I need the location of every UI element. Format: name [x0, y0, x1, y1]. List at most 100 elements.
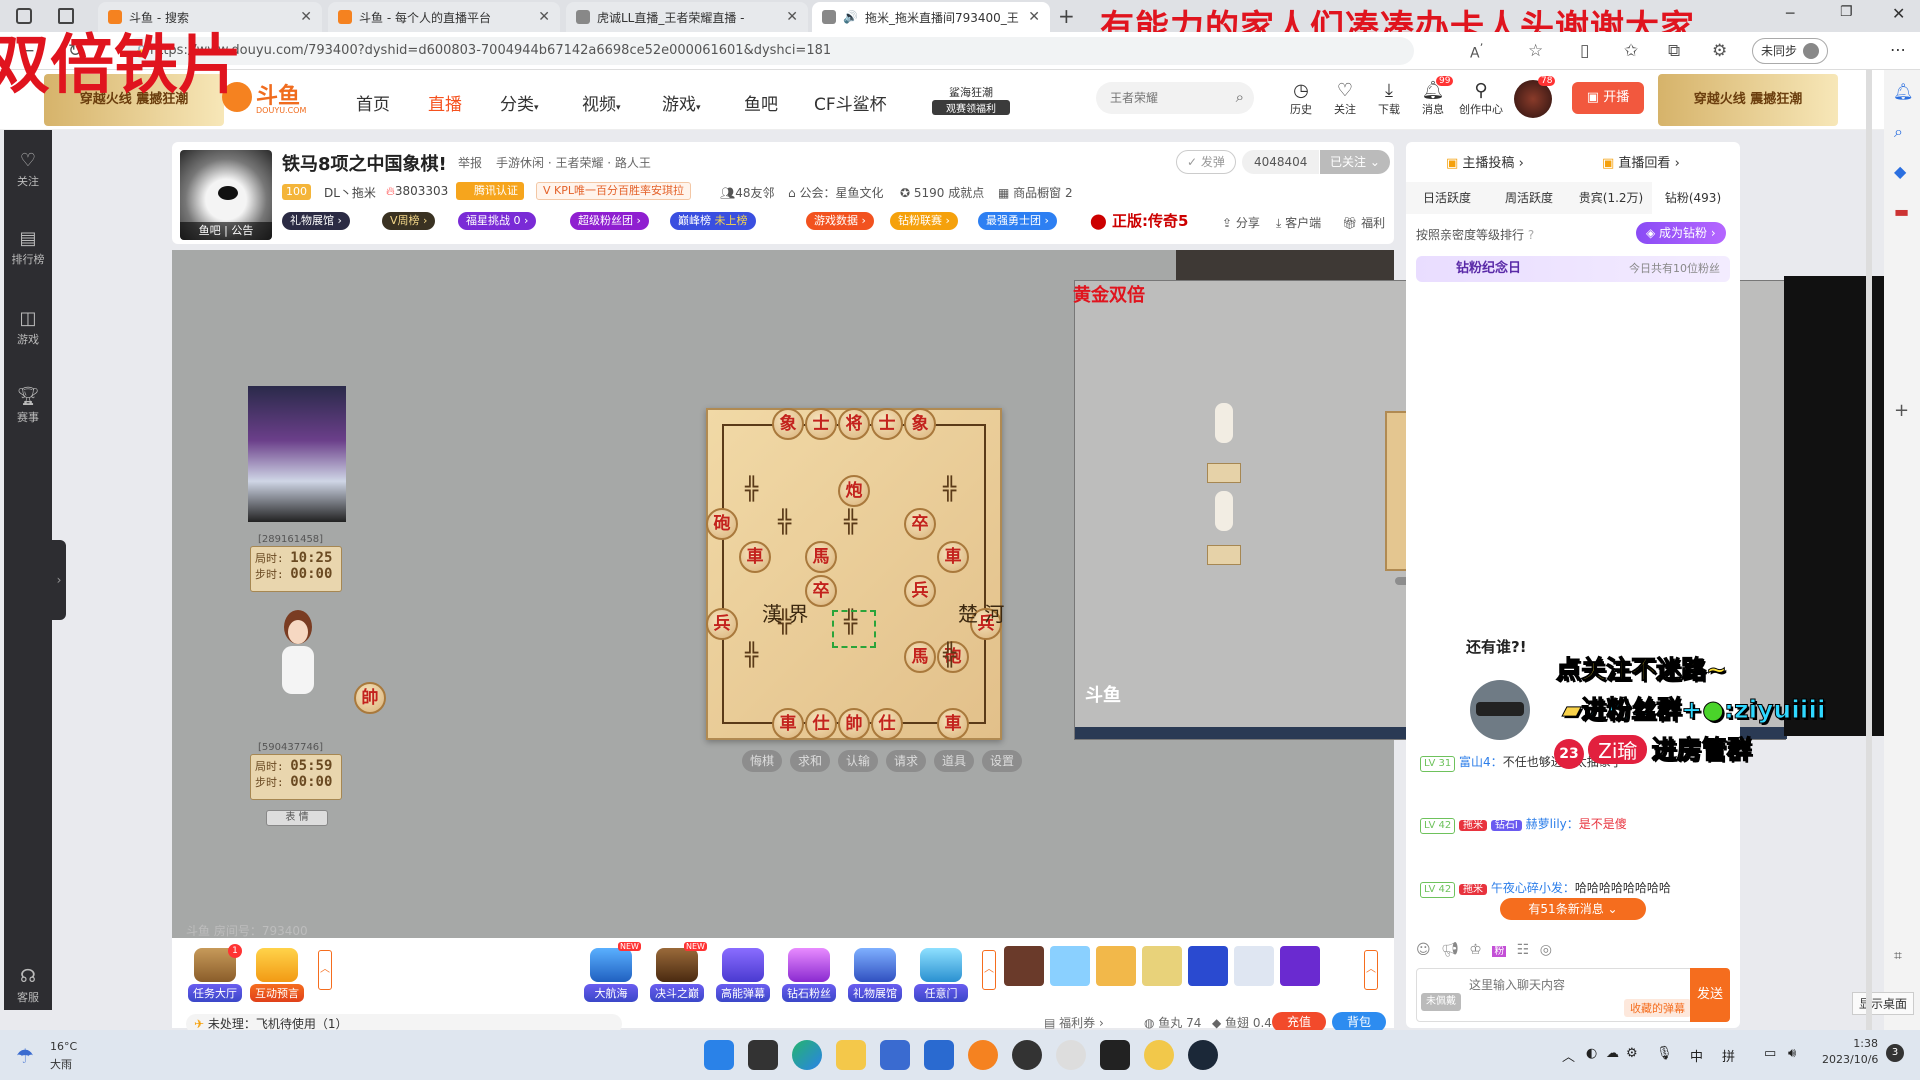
streamer-posts-link[interactable]: ▣ 主播投稿 › — [1446, 152, 1524, 171]
achievement-points[interactable]: ✪ 5190 成就点 — [900, 184, 984, 201]
unlogged-badge[interactable]: 未佩戴 — [1421, 993, 1461, 1011]
badge-icon[interactable]: ♔ — [1469, 942, 1482, 958]
tab-weekly-active[interactable]: 周活跃度 — [1488, 182, 1570, 214]
close-icon[interactable]: ✕ — [538, 9, 550, 25]
tray-chevron-icon[interactable]: ︿ — [1562, 1046, 1575, 1065]
gift-item-7[interactable] — [1280, 946, 1320, 986]
game-icon[interactable] — [1144, 1040, 1174, 1070]
gift-item-5[interactable] — [1188, 946, 1228, 986]
search-input[interactable] — [1096, 82, 1216, 114]
weather-widget[interactable]: ☂ 16°C 大雨 — [16, 1040, 96, 1072]
ime-mode[interactable]: 中 — [1690, 1046, 1703, 1065]
fan-count[interactable]: 👥︎48友邻 — [720, 184, 775, 201]
mail-icon[interactable] — [924, 1040, 954, 1070]
tab-diamond-fans[interactable]: 钻粉(493) — [1652, 182, 1734, 214]
piece-shi[interactable]: 士 — [805, 408, 837, 440]
header-follow[interactable]: ♡ 关注 — [1330, 80, 1360, 117]
chat-input[interactable] — [1469, 975, 1639, 995]
start-icon[interactable] — [704, 1040, 734, 1070]
collections-icon[interactable]: ⧉ — [1668, 41, 1680, 61]
add-icon[interactable]: + — [1894, 400, 1909, 421]
nav-live[interactable]: 直播 — [428, 90, 462, 115]
gift-item-4[interactable] — [1142, 946, 1182, 986]
maximize-icon[interactable]: ❐ — [1840, 4, 1853, 20]
guild-info[interactable]: ⌂ 公会：星鱼文化 — [788, 184, 883, 201]
piece-pao[interactable]: 砲 — [706, 507, 738, 540]
replay-link[interactable]: ▣ 直播回看 › — [1602, 152, 1680, 171]
rail-expand-handle[interactable]: › — [52, 540, 66, 620]
prediction-button[interactable]: 互动预言 — [250, 948, 304, 1002]
gift-item-6[interactable] — [1234, 946, 1274, 986]
tray-mic-icon[interactable]: 🎙︎ — [1656, 1046, 1673, 1061]
extensions-icon[interactable]: ⚙ — [1712, 41, 1727, 61]
chip-super-fans[interactable]: 超级粉丝团 › — [570, 212, 649, 230]
chip-v-weekly[interactable]: V周榜 › — [382, 212, 436, 230]
task-view-icon[interactable] — [748, 1040, 778, 1070]
undo-button[interactable]: 悔棋 — [742, 750, 782, 772]
favorites-icon[interactable]: ✩ — [1624, 41, 1638, 61]
split-screen-icon[interactable]: ▯ — [1580, 41, 1589, 61]
saved-barrage-button[interactable]: 收藏的弹幕 — [1624, 999, 1691, 1017]
nav-video[interactable]: 视频▾ — [582, 90, 621, 115]
voyage-button[interactable]: 大航海 NEW — [584, 942, 641, 1002]
category-breadcrumb[interactable]: 手游休闲 · 王者荣耀 · 路人王 — [496, 154, 651, 171]
piece-shuai[interactable]: 帥 — [838, 707, 870, 740]
piece-ju[interactable]: 車 — [739, 541, 771, 574]
chip-diamond-league[interactable]: 钻粉联赛 › — [890, 212, 958, 230]
task-hall-button[interactable]: 任务大厅 1 — [188, 944, 242, 1002]
network-icon[interactable]: ▭ — [1764, 1046, 1776, 1061]
app-icon[interactable] — [1100, 1040, 1130, 1070]
rail-games[interactable]: ◫ 游戏 — [4, 308, 52, 347]
more-icon[interactable]: ⋯ — [1890, 40, 1906, 59]
chip-lucky-challenge[interactable]: 福星挑战 0 › — [458, 212, 537, 230]
anywhere-door-button[interactable]: 任意门 — [914, 948, 968, 1002]
tab-tuomi-active[interactable]: 🔊 拖米_拖米直播间793400_王 ✕ — [812, 2, 1050, 32]
high-energy-barrage-button[interactable]: 高能弹幕 — [716, 948, 770, 1002]
rail-events[interactable]: 🏆︎ 赛事 — [4, 386, 52, 425]
streamer-avatar[interactable]: 鱼吧 | 公告 — [180, 150, 272, 240]
share-link[interactable]: ⇪ 分享 — [1222, 214, 1260, 231]
nav-category[interactable]: 分类▾ — [500, 90, 539, 115]
url-field[interactable]: 🔒 https://www.douyu.com/793400?dyshid=d6… — [124, 37, 1414, 65]
qq-icon[interactable] — [1056, 1040, 1086, 1070]
diamond-day-banner[interactable]: 钻粉纪念日 今日共有10位粉丝 — [1416, 256, 1730, 282]
request-button[interactable]: 请求 — [886, 750, 926, 772]
piece-ma[interactable]: 馬 — [904, 641, 936, 674]
douyu-app-icon[interactable] — [968, 1040, 998, 1070]
search-icon[interactable]: ⌕ — [1894, 122, 1903, 142]
search-box[interactable]: ⌕ — [1096, 82, 1254, 114]
rail-support[interactable]: ☊ 客服 — [4, 966, 52, 1005]
fan-icon[interactable]: 粉 — [1492, 946, 1507, 957]
volume-icon[interactable]: 🔊︎ — [1788, 1046, 1796, 1061]
piece-jiang[interactable]: 将 — [838, 408, 870, 440]
search-icon[interactable]: ⌕ — [1236, 88, 1244, 106]
bell-icon[interactable]: 🔔︎ — [1893, 82, 1913, 101]
toolbox-icon[interactable]: ▬ — [1894, 202, 1909, 221]
close-window-icon[interactable]: ✕ — [1892, 4, 1905, 23]
emoji-icon[interactable]: ☺ — [1416, 942, 1431, 958]
minimize-icon[interactable]: ─ — [1786, 6, 1794, 22]
piece-shi[interactable]: 仕 — [805, 707, 837, 740]
edge-browser-icon[interactable] — [792, 1040, 822, 1070]
new-messages-button[interactable]: 有51条新消息 ⌄ — [1500, 898, 1646, 920]
expand-left-button[interactable]: ︿ — [318, 950, 332, 990]
piece-ma[interactable]: 馬 — [805, 541, 837, 574]
help-icon[interactable]: ? — [1528, 228, 1534, 242]
speaker-icon[interactable]: 📢︎ — [1441, 942, 1459, 958]
steam-icon[interactable] — [1188, 1040, 1218, 1070]
chip-strongest-warriors[interactable]: 最强勇士团 › — [978, 212, 1057, 230]
notification-badge[interactable]: 3 — [1886, 1044, 1904, 1062]
nav-cf-cup[interactable]: CF斗鲨杯 — [814, 90, 887, 115]
resign-button[interactable]: 认输 — [838, 750, 878, 772]
rail-ranking[interactable]: ▤ 排行榜 — [4, 228, 52, 267]
client-link[interactable]: ⤓ 客户端 — [1276, 214, 1321, 231]
speaker-icon[interactable]: 🔊 — [843, 10, 858, 24]
noble-icon[interactable]: ☷ — [1517, 942, 1530, 958]
gift-hall-button[interactable]: 礼物展馆 — [848, 948, 902, 1002]
piece-ju[interactable]: 車 — [772, 707, 804, 740]
diamond-fans-button[interactable]: 钻石粉丝 — [782, 948, 836, 1002]
welfare-coupon[interactable]: ▤ 福利券 › — [1044, 1014, 1104, 1031]
close-icon[interactable]: ✕ — [1028, 9, 1040, 25]
props-button[interactable]: 道具 — [934, 750, 974, 772]
shop-window[interactable]: ▦ 商品橱窗 2 — [998, 184, 1073, 201]
